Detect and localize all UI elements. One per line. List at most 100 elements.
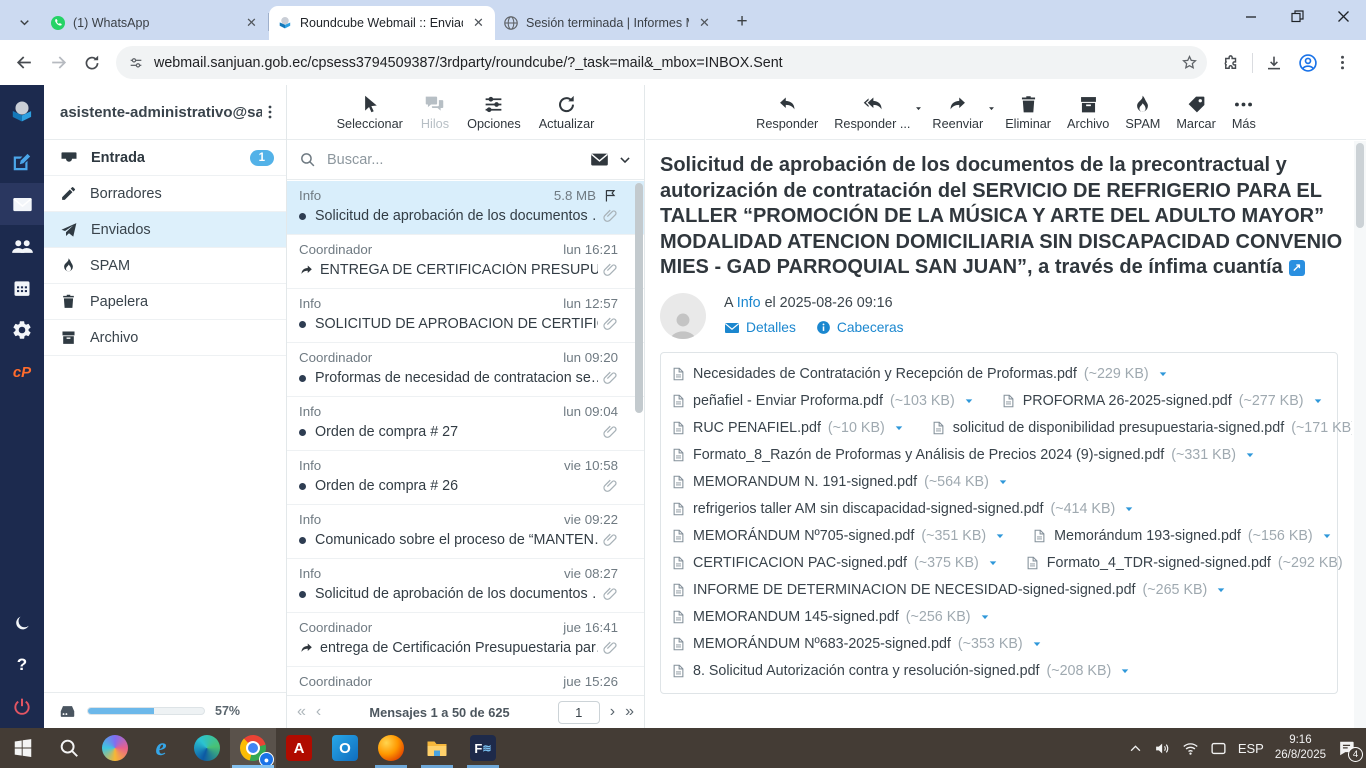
message-list-item[interactable]: Coordinador lun 16:21 ENTREGA DE CERTIFI… — [287, 235, 644, 289]
headers-link[interactable]: Cabeceras — [816, 320, 904, 336]
cast-icon[interactable] — [1210, 740, 1227, 757]
message-list-item[interactable]: Info vie 09:22 Comunicado sobre el proce… — [287, 505, 644, 559]
logout-button[interactable] — [0, 686, 44, 728]
cpanel-link[interactable]: cP — [0, 351, 44, 393]
chrome-icon[interactable]: ● — [230, 728, 276, 768]
first-page-button[interactable]: « — [297, 703, 306, 721]
attachment-name[interactable]: PROFORMA 26-2025-signed.pdf — [1023, 393, 1232, 409]
internet-explorer-icon[interactable]: e — [138, 728, 184, 768]
message-list-item[interactable]: Coordinador lun 09:20 Proformas de neces… — [287, 343, 644, 397]
attachment-name[interactable]: CERTIFICACION PAC-signed.pdf — [693, 555, 907, 571]
reload-button[interactable] — [76, 47, 108, 79]
list-scrollbar[interactable] — [635, 183, 643, 483]
tab-session[interactable]: Sesión terminada | Informes Me ✕ — [495, 6, 721, 40]
outlook-icon[interactable]: O — [322, 728, 368, 768]
language-indicator[interactable]: ESP — [1238, 741, 1264, 756]
options-button[interactable]: Opciones — [460, 90, 528, 135]
mark-button[interactable]: Marcar — [1169, 90, 1222, 135]
attachment-item[interactable]: CERTIFICACION PAC-signed.pdf (~375 KB) — [671, 554, 999, 572]
sidebar-item-enviados[interactable]: Enviados — [44, 212, 286, 248]
firefox-icon[interactable] — [368, 728, 414, 768]
close-button[interactable] — [1320, 0, 1366, 33]
select-button[interactable]: Seleccionar — [330, 90, 410, 135]
dark-mode-button[interactable] — [0, 602, 44, 644]
downloads-icon[interactable] — [1258, 47, 1290, 79]
attachment-name[interactable]: INFORME DE DETERMINACION DE NECESIDAD-si… — [693, 582, 1136, 598]
reply-all-button[interactable]: Responder ... — [827, 90, 917, 135]
message-list-item[interactable]: Coordinador jue 16:41 entrega de Certifi… — [287, 613, 644, 667]
recipient-link[interactable]: Info — [737, 295, 761, 311]
reply-button[interactable]: Responder — [749, 90, 825, 135]
extensions-icon[interactable] — [1215, 47, 1247, 79]
attachment-item[interactable]: MEMORANDUM 145-signed.pdf (~256 KB) — [671, 608, 991, 626]
attachment-name[interactable]: Necesidades de Contratación y Recepción … — [693, 366, 1077, 382]
list-scrollbar-thumb[interactable] — [635, 183, 643, 413]
attachment-item[interactable]: peñafiel - Enviar Proforma.pdf (~103 KB) — [671, 392, 975, 410]
prev-page-button[interactable]: ‹ — [316, 703, 321, 721]
last-page-button[interactable]: » — [625, 703, 634, 721]
volume-icon[interactable] — [1154, 740, 1171, 757]
compose-button[interactable] — [0, 141, 44, 183]
attachment-name[interactable]: Formato_4_TDR-signed-signed.pdf — [1047, 555, 1271, 571]
message-list-item[interactable]: Info vie 08:27 Solicitud de aprobación d… — [287, 559, 644, 613]
site-info-icon[interactable] — [128, 55, 144, 71]
start-button[interactable] — [0, 728, 46, 768]
search-scope-mail-icon[interactable] — [590, 150, 609, 169]
attachment-item[interactable]: MEMORANDUM N. 191-signed.pdf (~564 KB) — [671, 473, 1009, 491]
forward-button[interactable] — [42, 47, 74, 79]
attachment-name[interactable]: MEMORÁNDUM Nº683-2025-signed.pdf — [693, 636, 951, 652]
url-bar[interactable]: webmail.sanjuan.gob.ec/cpsess3794509387/… — [116, 46, 1207, 79]
notification-center-button[interactable]: 4 — [1337, 739, 1356, 758]
attachment-name[interactable]: RUC PENAFIEL.pdf — [693, 420, 821, 436]
attachment-item[interactable]: Formato_8_Razón de Proformas y Análisis … — [671, 446, 1256, 464]
attachment-item[interactable]: 8. Solicitud Autorización contra y resol… — [671, 662, 1131, 680]
details-link[interactable]: Detalles — [724, 320, 796, 336]
bookmark-star-icon[interactable] — [1175, 49, 1203, 77]
attachment-menu-caret-icon[interactable] — [893, 422, 905, 434]
message-list-item[interactable]: Coordinador jue 15:26 — [287, 667, 644, 695]
sidebar-item-archivo[interactable]: Archivo — [44, 320, 286, 356]
clock[interactable]: 9:16 26/8/2025 — [1275, 733, 1326, 763]
page-number-input[interactable] — [558, 701, 600, 724]
copilot-icon[interactable] — [92, 728, 138, 768]
attachment-name[interactable]: Formato_8_Razón de Proformas y Análisis … — [693, 447, 1164, 463]
attachment-item[interactable]: MEMORÁNDUM Nº683-2025-signed.pdf (~353 K… — [671, 635, 1043, 653]
help-button[interactable]: ? — [0, 644, 44, 686]
taskbar-search-icon[interactable] — [46, 728, 92, 768]
wifi-icon[interactable] — [1182, 740, 1199, 757]
delete-button[interactable]: Eliminar — [998, 90, 1058, 135]
rail-mail-button[interactable] — [0, 183, 44, 225]
attachment-item[interactable]: Formato_4_TDR-signed-signed.pdf (~292 KB… — [1025, 554, 1352, 572]
refresh-button[interactable]: Actualizar — [532, 90, 602, 135]
attachment-menu-caret-icon[interactable] — [987, 557, 999, 569]
tab-search-button[interactable] — [10, 8, 38, 36]
message-list-item[interactable]: Info vie 10:58 Orden de compra # 26 — [287, 451, 644, 505]
reading-scrollbar[interactable] — [1354, 141, 1366, 728]
attachment-item[interactable]: MEMORÁNDUM Nº705-signed.pdf (~351 KB) — [671, 527, 1006, 545]
back-button[interactable] — [8, 47, 40, 79]
attachment-item[interactable]: INFORME DE DETERMINACION DE NECESIDAD-si… — [671, 581, 1227, 599]
attachment-menu-caret-icon[interactable] — [979, 611, 991, 623]
new-tab-button[interactable]: + — [729, 9, 755, 35]
rail-calendar-button[interactable] — [0, 267, 44, 309]
attachment-name[interactable]: solicitud de disponibilidad presupuestar… — [953, 420, 1284, 436]
attachment-item[interactable]: RUC PENAFIEL.pdf (~10 KB) — [671, 419, 905, 437]
attachment-item[interactable]: refrigerios taller AM sin discapacidad-s… — [671, 500, 1135, 518]
spam-button[interactable]: SPAM — [1118, 90, 1167, 135]
attachment-menu-caret-icon[interactable] — [1123, 503, 1135, 515]
attachment-menu-caret-icon[interactable] — [1119, 665, 1131, 677]
attachment-menu-caret-icon[interactable] — [997, 476, 1009, 488]
forms-app-icon[interactable]: F≋ — [460, 728, 506, 768]
next-page-button[interactable]: › — [610, 703, 615, 721]
flag-icon[interactable] — [603, 188, 618, 203]
search-input[interactable] — [325, 151, 581, 169]
attachment-name[interactable]: peñafiel - Enviar Proforma.pdf — [693, 393, 883, 409]
threads-button[interactable]: Hilos — [414, 90, 456, 135]
attachment-item[interactable]: solicitud de disponibilidad presupuestar… — [931, 419, 1352, 437]
edge-icon[interactable] — [184, 728, 230, 768]
message-list-item[interactable]: Info lun 09:04 Orden de compra # 27 — [287, 397, 644, 451]
browser-menu-icon[interactable] — [1326, 47, 1358, 79]
sidebar-item-spam[interactable]: SPAM — [44, 248, 286, 284]
search-options-chevron-icon[interactable] — [618, 153, 632, 167]
external-link-icon[interactable]: ↗ — [1289, 260, 1305, 276]
